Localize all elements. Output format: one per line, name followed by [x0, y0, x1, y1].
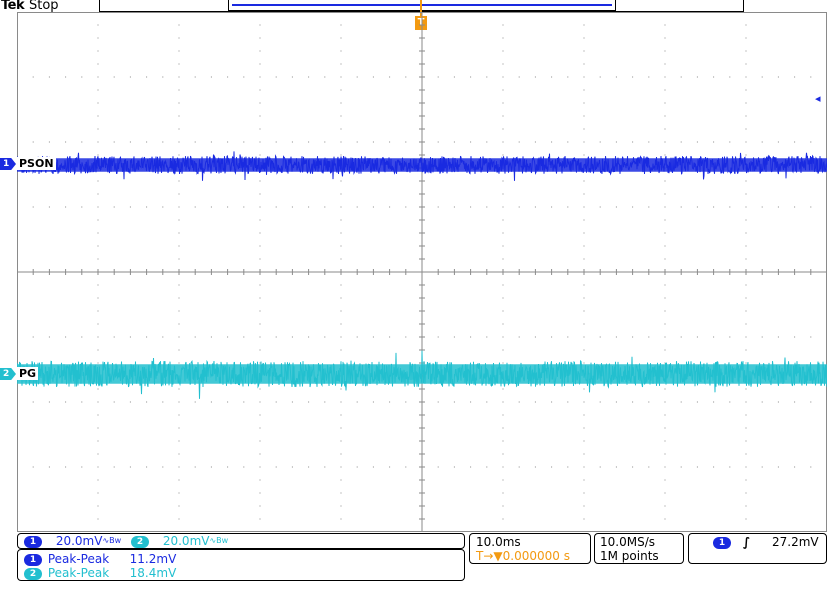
trigger-position-prefix-icon: T→▼: [476, 549, 503, 563]
ch2-scale: 20.0mV: [162, 534, 210, 548]
ch2-trace-label: PG: [17, 367, 39, 380]
meas1-value: 11.2mV: [129, 552, 177, 566]
meas2-value: 18.4mV: [129, 566, 177, 580]
measurements-panel[interactable]: 1 Peak-Peak 11.2mV 2 Peak-Peak 18.4mV: [17, 549, 465, 581]
ch2-badge: 2: [131, 535, 150, 548]
ch2-bw-limit-icon: ∿Bw: [209, 536, 229, 545]
acquisition-panel[interactable]: 10.0MS/s 1M points: [594, 533, 684, 564]
ch1-pson-trace-band: [17, 158, 827, 172]
ch1-trace-label: PSON: [17, 157, 56, 170]
waveform-graticule: [17, 12, 827, 532]
trigger-source-badge: 1: [713, 536, 731, 549]
rising-edge-icon: ∫: [742, 535, 751, 549]
meas1-channel-badge: 1: [24, 553, 42, 566]
ch1-bw-limit-icon: ∿Bw: [102, 536, 122, 545]
ch2-offset-marker[interactable]: 2: [0, 368, 16, 380]
trigger-level-icon[interactable]: ◂: [815, 92, 821, 105]
sample-rate: 10.0MS/s: [600, 535, 655, 549]
ch1-offset-marker[interactable]: 1: [0, 158, 16, 170]
ch2-pg-trace-band: [17, 364, 827, 384]
timebase-panel[interactable]: 10.0ms T→▼0.000000 s: [469, 533, 591, 564]
ch1-badge: 1: [24, 535, 42, 548]
trigger-panel[interactable]: 1 ∫ 27.2mV: [688, 533, 827, 564]
trigger-level: 27.2mV: [771, 535, 819, 549]
record-length: 1M points: [600, 549, 659, 563]
vertical-settings-panel[interactable]: 1 20.0mV∿Bw 2 20.0mV∿Bw: [17, 533, 465, 549]
meas2-label: Peak-Peak: [47, 566, 110, 580]
horizontal-position: 0.000000 s: [502, 549, 570, 563]
measurement-row: 2 Peak-Peak 18.4mV: [24, 566, 176, 580]
ch1-scale: 20.0mV: [55, 534, 103, 548]
meas2-channel-badge: 2: [24, 567, 42, 580]
measurement-row: 1 Peak-Peak 11.2mV: [24, 552, 176, 566]
meas1-label: Peak-Peak: [47, 552, 110, 566]
horizontal-scale: 10.0ms: [476, 535, 521, 549]
